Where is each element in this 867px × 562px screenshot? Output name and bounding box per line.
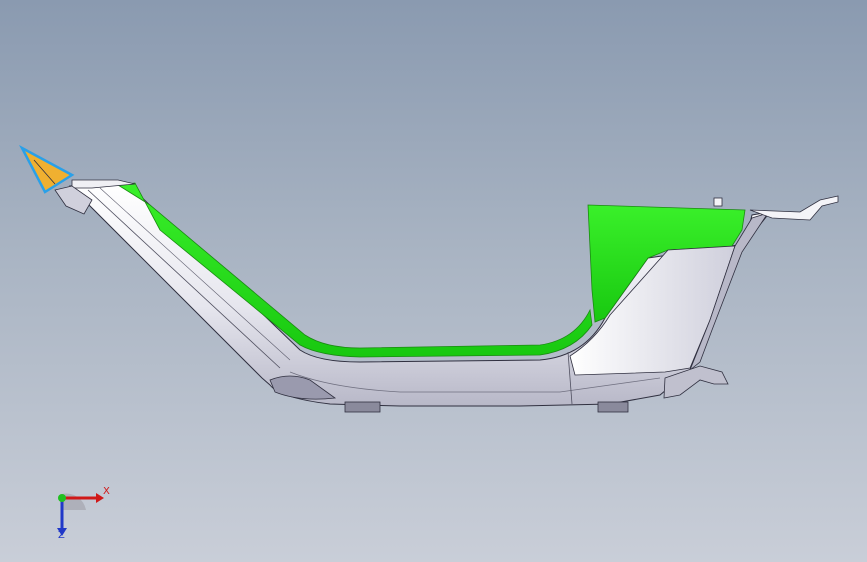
part-model[interactable] — [0, 0, 867, 562]
bottom-tab-right[interactable] — [597, 401, 629, 413]
bracket-tab[interactable] — [713, 197, 723, 207]
cad-graphics-viewport[interactable]: X Z — [0, 0, 867, 562]
bottom-tab-left[interactable] — [344, 401, 381, 413]
end-cap-face[interactable] — [19, 144, 75, 194]
y-axis-dot — [58, 494, 66, 502]
arm-edge-line-2 — [99, 187, 291, 361]
orientation-triad[interactable]: X Z — [40, 480, 120, 550]
x-axis-label: X — [103, 486, 110, 497]
arm-edge-line-1 — [87, 189, 281, 369]
z-axis-label: Z — [58, 530, 65, 541]
